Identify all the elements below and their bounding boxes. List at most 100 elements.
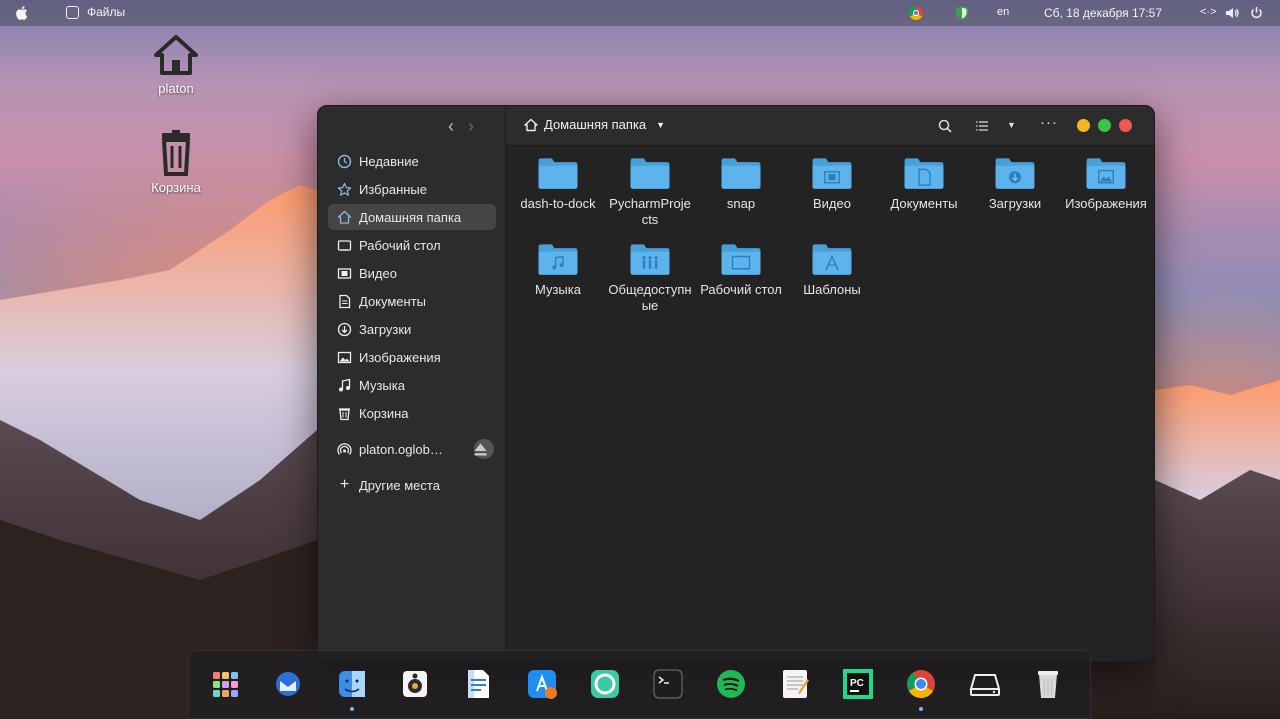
folder-name: Общедоступные [608, 282, 692, 313]
libreoffice-writer-icon[interactable] [461, 667, 495, 701]
text-editor-icon[interactable] [778, 667, 812, 701]
sidebar-item[interactable]: Документы [328, 288, 496, 314]
folder-name: snap [726, 196, 756, 211]
desktop-home-label: platon [158, 81, 194, 96]
svg-text:PC: PC [850, 678, 864, 689]
sidebar-item-other-places[interactable]: + Другие места [328, 472, 496, 498]
pycharm-icon[interactable]: PC [841, 667, 875, 701]
folder-icon [538, 244, 578, 275]
chrome-icon-glyph [907, 670, 936, 698]
list-view-icon[interactable] [976, 120, 988, 132]
download-icon [337, 322, 352, 336]
trash-icon[interactable] [1031, 667, 1065, 701]
drive-icon-glyph [969, 674, 1000, 696]
folder-icon [538, 158, 578, 189]
top-bar: Файлы en Сб, 18 декабря 17:57 <·> [0, 0, 1280, 26]
sidebar-item-label: Видео [359, 265, 397, 281]
music-icon [339, 378, 351, 391]
folder-item[interactable]: Изображения [1062, 156, 1150, 212]
thunderbird-icon-glyph [276, 672, 301, 696]
launchpad-icon[interactable] [208, 667, 242, 701]
app-menu[interactable]: Файлы [66, 5, 125, 19]
folder-name: Видео [813, 196, 851, 211]
volume-icon[interactable] [1225, 6, 1239, 20]
launchpad-icon-glyph [213, 672, 238, 697]
folder-item[interactable]: dash-to-dock [514, 156, 602, 212]
sidebar-item[interactable]: Недавние [328, 148, 496, 174]
folder-icon [1086, 158, 1126, 189]
power-icon[interactable] [1250, 6, 1263, 19]
sidebar-item-label: Избранные [359, 181, 427, 197]
eject-button[interactable] [474, 439, 494, 459]
network-share-icon [337, 442, 352, 455]
spotify-icon[interactable] [714, 667, 748, 701]
sidebar-item-label: Загрузки [359, 321, 412, 337]
folder-item[interactable]: Документы [880, 156, 968, 212]
folder-item[interactable]: Шаблоны [788, 242, 876, 298]
sidebar-item[interactable]: Загрузки [328, 316, 496, 342]
file-grid: dash-to-dock PycharmProjects snap Видео … [506, 146, 1154, 661]
folder-item[interactable]: Рабочий стол [697, 242, 785, 298]
sidebar-item[interactable]: Музыка [328, 372, 496, 398]
minimize-button[interactable] [1077, 119, 1090, 132]
close-button[interactable] [1119, 119, 1132, 132]
running-indicator [349, 707, 354, 711]
sidebar-item-label: Домашняя папка [359, 209, 462, 225]
folder-icon [812, 158, 852, 189]
document-icon [339, 294, 351, 308]
folder-icon [630, 244, 670, 275]
folder-icon [812, 244, 852, 275]
drive-icon[interactable] [968, 667, 1002, 701]
sidebar-item[interactable]: Домашняя папка [328, 204, 496, 230]
folder-name: Рабочий стол [700, 282, 782, 297]
folder-item[interactable]: snap [697, 156, 785, 212]
lifebuoy-icon-glyph [590, 670, 619, 698]
sidebar-item[interactable]: Корзина [328, 400, 496, 426]
breadcrumb[interactable]: Домашняя папка ▼ [524, 117, 665, 132]
network-icon[interactable]: <·> [1200, 6, 1217, 18]
chrome-icon[interactable] [904, 667, 938, 701]
home-icon [154, 35, 198, 75]
breadcrumb-label: Домашняя папка [544, 117, 647, 132]
keyboard-layout[interactable]: en [997, 6, 1009, 18]
clock[interactable]: Сб, 18 декабря 17:57 [1044, 6, 1162, 20]
sidebar-item[interactable]: Изображения [328, 344, 496, 370]
sidebar-item-label: Документы [359, 293, 427, 309]
desktop-home-icon[interactable]: platon [136, 33, 216, 96]
rhythmbox-icon[interactable] [398, 667, 432, 701]
folder-icon [904, 158, 944, 189]
terminal-icon[interactable] [651, 667, 685, 701]
folder-name: Музыка [535, 282, 581, 297]
back-button[interactable]: ‹ [448, 116, 454, 137]
folder-item[interactable]: PycharmProjects [606, 156, 694, 228]
other-places-label: Другие места [359, 477, 440, 493]
folder-item[interactable]: Общедоступные [606, 242, 694, 314]
sidebar-item-network-mount[interactable]: platon.oglob… [328, 436, 496, 462]
sidebar-item[interactable]: Рабочий стол [328, 232, 496, 258]
lifebuoy-icon[interactable] [588, 667, 622, 701]
sidebar-item[interactable]: Видео [328, 260, 496, 286]
thunderbird-icon[interactable] [271, 667, 305, 701]
maximize-button[interactable] [1098, 119, 1111, 132]
files-app-icon [66, 5, 79, 19]
shield-tray-icon[interactable] [956, 6, 968, 20]
desktop-trash-label: Корзина [151, 180, 201, 195]
search-icon[interactable] [938, 119, 952, 133]
view-options-chevron-icon[interactable]: ▼ [1007, 120, 1016, 130]
sidebar-item[interactable]: Избранные [328, 176, 496, 202]
folder-item[interactable]: Видео [788, 156, 876, 212]
forward-button[interactable]: › [468, 116, 474, 137]
chrome-tray-icon[interactable] [909, 6, 923, 20]
finder-icon[interactable] [335, 667, 369, 701]
folder-icon [630, 158, 670, 189]
folder-item[interactable]: Загрузки [971, 156, 1059, 212]
apple-logo-icon[interactable] [13, 4, 31, 22]
more-menu-icon[interactable]: ··· [1040, 114, 1058, 131]
pycharm-icon-glyph: PC [843, 669, 873, 699]
software-center-icon[interactable] [525, 667, 559, 701]
folder-name: Шаблоны [803, 282, 861, 297]
desktop-trash-icon[interactable]: Корзина [136, 130, 216, 195]
folder-item[interactable]: Музыка [514, 242, 602, 298]
folder-icon [995, 158, 1035, 189]
sidebar: ‹ › Недавние Избранные Домашняя папка Рабоч… [318, 106, 506, 661]
